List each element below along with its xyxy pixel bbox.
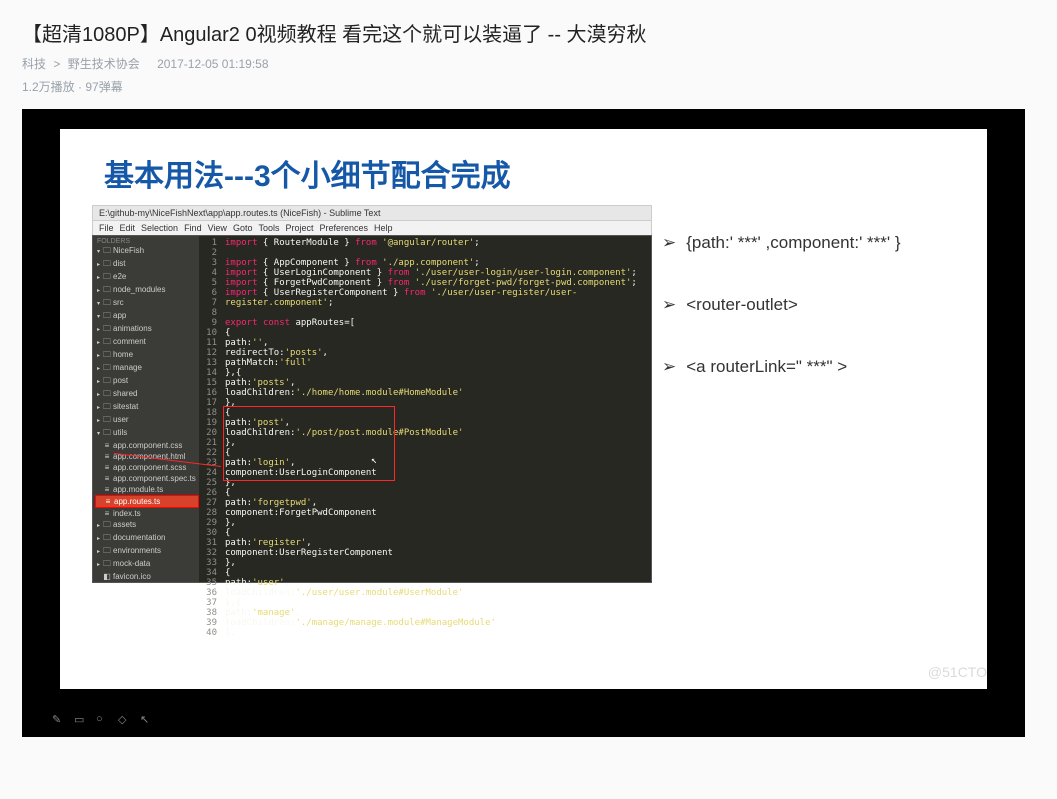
tree-node: ▸🗀manage xyxy=(95,362,199,375)
sidebar-folders-label: FOLDERS xyxy=(93,238,199,245)
breadcrumb-subcategory[interactable]: 野生技术协会 xyxy=(68,57,140,71)
mouse-cursor-icon: ↖ xyxy=(371,456,377,466)
tree-node: ▾🗀src xyxy=(95,297,199,310)
tree-node: ▸🗀shared xyxy=(95,388,199,401)
slide-bullets: ➢ {path:' ***' ,component:' ***' } ➢ <rout… xyxy=(662,205,901,583)
tree-node: ◧favicon.ico xyxy=(95,571,199,582)
code-content: ↖ import { RouterModule } from '@angular… xyxy=(221,236,651,582)
tree-node: ▾🗀app xyxy=(95,310,199,323)
chevron-icon: ➢ xyxy=(662,233,676,252)
tree-node: ▸🗀documentation xyxy=(95,532,199,545)
tree-node: ▸🗀environments xyxy=(95,545,199,558)
tree-node: ▸🗀assets xyxy=(95,519,199,532)
tree-node: ▸🗀node_modules xyxy=(95,284,199,297)
code-editor-screenshot: E:\github-my\NiceFishNext\app\app.routes… xyxy=(92,205,652,583)
editor-menubar: FileEditSelectionFindViewGotoToolsProjec… xyxy=(92,221,652,235)
tree-node: ≡app.component.spec.ts xyxy=(95,473,199,484)
player-controls: ✎ ▭ ○ ◇ ↖ xyxy=(52,713,154,727)
bullet-3: <a routerLink=" ***" > xyxy=(686,357,847,376)
tree-node: ▸🗀user xyxy=(95,414,199,427)
line-gutter: 1234567891011121314151617181920212223242… xyxy=(199,236,221,582)
slide-content: 基本用法---3个小细节配合完成 E:\github-my\NiceFishNe… xyxy=(60,129,987,689)
breadcrumb-category[interactable]: 科技 xyxy=(22,57,46,71)
watermark: @51CTO博客 xyxy=(928,662,1015,682)
tree-node: ≡app.component.scss xyxy=(95,462,199,473)
cursor-icon[interactable]: ↖ xyxy=(140,713,154,727)
rect-icon[interactable]: ▭ xyxy=(74,713,88,727)
breadcrumb-separator: > xyxy=(53,57,60,71)
circle-icon[interactable]: ○ xyxy=(96,713,110,727)
tree-node: ▸🗀post xyxy=(95,375,199,388)
slide-heading: 基本用法---3个小细节配合完成 xyxy=(60,129,987,195)
breadcrumb: 科技 > 野生技术协会 2017-12-05 01:19:58 xyxy=(22,55,1025,72)
bullet-2: <router-outlet> xyxy=(686,295,798,314)
editor-titlebar: E:\github-my\NiceFishNext\app\app.routes… xyxy=(92,205,652,221)
tree-node: ▸🗀sitestat xyxy=(95,401,199,414)
editor-sidebar: FOLDERS ▾🗀NiceFish▸🗀dist▸🗀e2e▸🗀node_modu… xyxy=(93,236,199,582)
chevron-icon: ➢ xyxy=(662,357,676,376)
upload-timestamp: 2017-12-05 01:19:58 xyxy=(157,57,268,71)
tree-node: ≡app.routes.ts xyxy=(95,495,199,508)
tree-node: ≡app.module.ts xyxy=(95,484,199,495)
bullet-1: {path:' ***' ,component:' ***' } xyxy=(686,233,900,252)
tree-node: ▾🗀NiceFish xyxy=(95,245,199,258)
eraser-icon[interactable]: ◇ xyxy=(118,713,132,727)
video-stats: 1.2万播放 · 97弹幕 xyxy=(22,78,1025,95)
tree-node: ▸🗀animations xyxy=(95,323,199,336)
highlight-box xyxy=(223,406,395,481)
tree-node: ▸🗀dist xyxy=(95,258,199,271)
video-title: 【超清1080P】Angular2 0视频教程 看完这个就可以装逼了 -- 大漠… xyxy=(22,18,1025,47)
tree-node: ▸🗀mock-data xyxy=(95,558,199,571)
chevron-icon: ➢ xyxy=(662,295,676,314)
video-player[interactable]: 基本用法---3个小细节配合完成 E:\github-my\NiceFishNe… xyxy=(22,109,1025,737)
tree-node: ▸🗀home xyxy=(95,349,199,362)
tree-node: ≡index.ts xyxy=(95,508,199,519)
tree-node: ▾🗀utils xyxy=(95,427,199,440)
tree-node: ≡app.component.css xyxy=(95,440,199,451)
tree-node: ▸🗀comment xyxy=(95,336,199,349)
edit-icon[interactable]: ✎ xyxy=(52,713,66,727)
tree-node: ▸🗀e2e xyxy=(95,271,199,284)
